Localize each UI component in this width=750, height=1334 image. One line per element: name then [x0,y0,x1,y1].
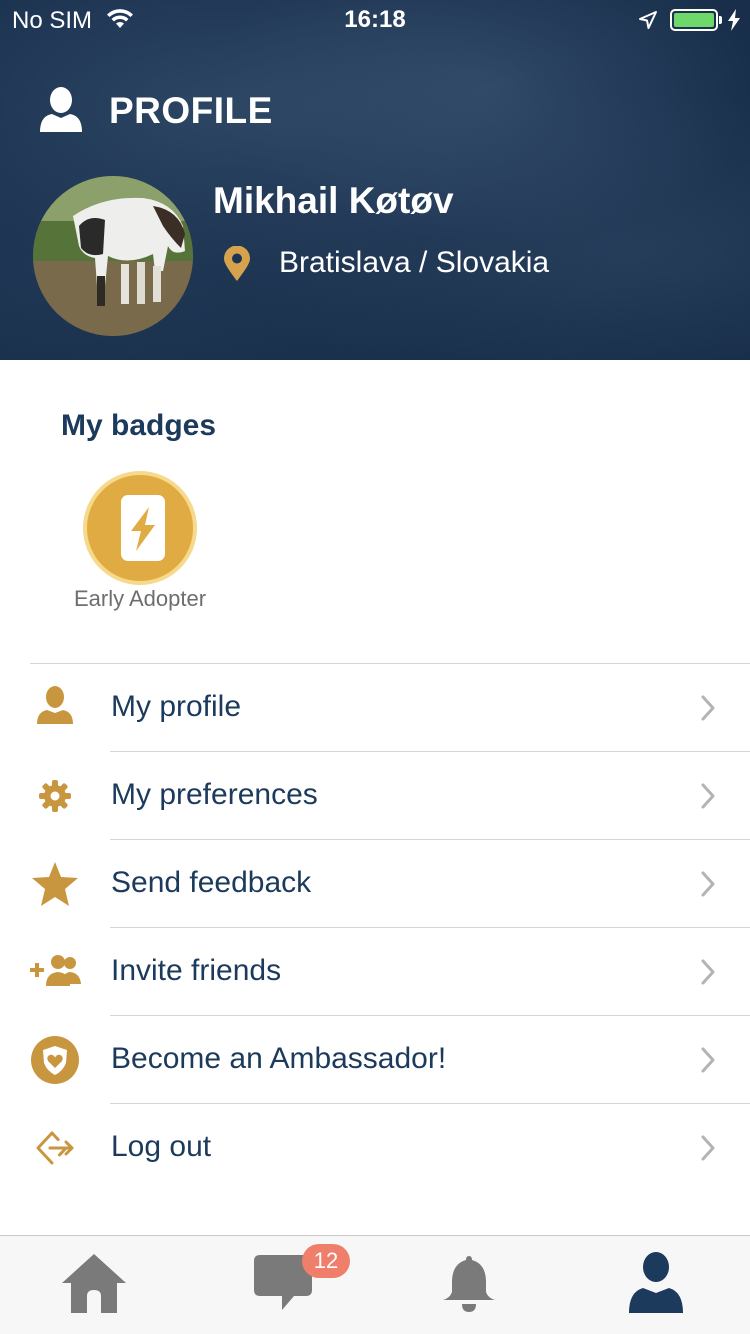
location-arrow-icon [638,10,658,35]
user-location: Bratislava / Slovakia [279,246,550,279]
logout-icon [28,1124,82,1172]
gear-icon [28,772,82,820]
tab-bar [0,1235,750,1334]
badge-early-adopter[interactable] [83,471,197,585]
person-icon [629,1252,683,1313]
tab-notifications[interactable] [374,1236,561,1334]
chevron-right-icon [700,958,716,991]
menu-item-invite-friends[interactable]: Invite friends [0,928,750,1016]
menu-item-my-profile[interactable]: My profile [0,664,750,752]
menu-item-label: Invite friends [111,954,282,987]
profile-header: No SIM 16:18 PROFILE Mikhail Køtøv Brati… [0,0,750,360]
badge-label: Early Adopter [73,586,207,611]
add-people-icon [28,948,82,996]
person-icon [28,684,82,732]
menu-item-label: My preferences [111,778,318,811]
bell-icon [443,1256,495,1312]
location-pin-icon [222,245,252,287]
badges-section-title: My badges [61,409,217,442]
phone-bolt-icon [121,495,165,561]
avatar[interactable] [33,176,193,336]
menu-item-my-preferences[interactable]: My preferences [0,752,750,840]
chevron-right-icon [700,1046,716,1079]
home-icon [62,1254,126,1313]
tab-home[interactable] [0,1236,187,1334]
page-title: PROFILE [109,90,273,131]
chevron-right-icon [700,782,716,815]
menu-item-label: My profile [111,690,242,723]
user-name: Mikhail Køtøv [213,180,454,221]
menu-item-become-ambassador[interactable]: Become an Ambassador! [0,1016,750,1104]
star-icon [28,860,82,908]
chevron-right-icon [700,694,716,727]
charging-bolt-icon [727,9,741,36]
messages-count-badge: 12 [302,1244,350,1278]
battery-icon [670,9,718,31]
menu-item-send-feedback[interactable]: Send feedback [0,840,750,928]
menu-item-log-out[interactable]: Log out [0,1104,750,1192]
person-icon [38,86,84,139]
menu-item-label: Send feedback [111,866,312,899]
chevron-right-icon [700,870,716,903]
menu-item-label: Log out [111,1130,212,1163]
status-bar: No SIM 16:18 [0,0,750,40]
heart-shield-icon [28,1036,82,1084]
chevron-right-icon [700,1134,716,1167]
tab-profile[interactable] [561,1236,748,1334]
menu-item-label: Become an Ambassador! [111,1042,447,1075]
battery-tip [719,16,722,24]
